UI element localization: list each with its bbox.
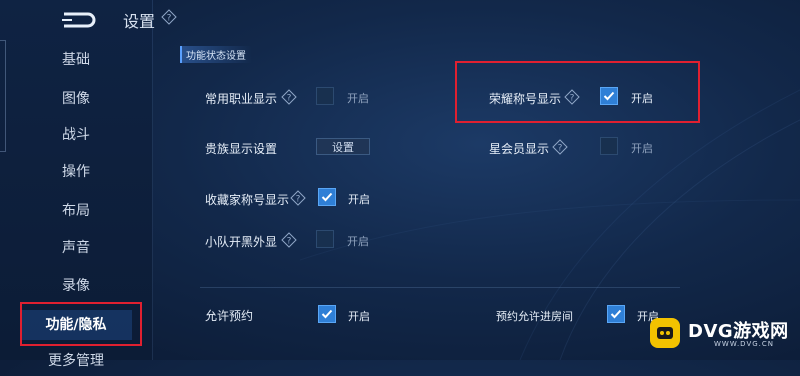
noble-settings-button[interactable]: 设置 — [316, 138, 370, 155]
sidebar-item-graphics[interactable]: 图像 — [20, 84, 132, 114]
page-title: 设置 — [123, 12, 156, 31]
allow-reserve-label: 允许预约 — [205, 309, 254, 323]
collector-label: 收藏家称号显示 — [205, 193, 290, 207]
profession-help-icon[interactable]: ? — [281, 89, 297, 105]
noble-label: 贵族显示设置 — [205, 142, 278, 156]
section-title: 功能状态设置 — [180, 46, 252, 63]
svg-text:?: ? — [287, 94, 292, 104]
profession-state: 开启 — [347, 92, 369, 105]
honor-title-label: 荣耀称号显示 — [489, 92, 562, 106]
star-member-checkbox[interactable] — [600, 137, 618, 155]
team-plugin-checkbox[interactable] — [316, 230, 334, 248]
honor-title-state: 开启 — [631, 92, 653, 105]
allow-reserve-checkbox[interactable] — [318, 305, 336, 323]
section-divider — [200, 287, 680, 288]
collector-state: 开启 — [348, 193, 370, 206]
honor-title-checkbox[interactable] — [600, 87, 618, 105]
sidebar-item-sound[interactable]: 声音 — [20, 233, 132, 263]
sidebar-item-basic[interactable]: 基础 — [20, 45, 132, 75]
svg-text:?: ? — [287, 237, 292, 247]
svg-text:?: ? — [558, 144, 563, 154]
checkmark-icon — [603, 91, 615, 101]
sidebar-bracket — [0, 40, 6, 152]
allow-reserve-state: 开启 — [348, 310, 370, 323]
profession-checkbox[interactable] — [316, 87, 334, 105]
checkmark-icon — [610, 309, 622, 319]
sidebar-item-controls[interactable]: 操作 — [20, 157, 132, 187]
svg-text:?: ? — [167, 14, 172, 24]
sidebar-item-replay[interactable]: 录像 — [20, 271, 132, 301]
collector-checkbox[interactable] — [318, 188, 336, 206]
profession-label: 常用职业显示 — [205, 92, 278, 106]
svg-text:?: ? — [570, 94, 575, 104]
watermark-logo-icon — [650, 318, 680, 348]
team-plugin-state: 开启 — [347, 235, 369, 248]
star-member-label: 星会员显示 — [489, 142, 550, 156]
reserve-room-checkbox[interactable] — [607, 305, 625, 323]
team-plugin-label: 小队开黑外显 — [205, 235, 278, 249]
svg-text:?: ? — [296, 195, 301, 205]
star-member-state: 开启 — [631, 142, 653, 155]
highlight-box-function-privacy — [20, 302, 142, 346]
star-member-help-icon[interactable]: ? — [552, 139, 568, 155]
reserve-room-label: 预约允许进房间 — [496, 310, 573, 323]
sidebar-item-more[interactable]: 更多管理 — [20, 346, 132, 376]
back-button[interactable] — [58, 8, 102, 32]
sidebar-item-layout[interactable]: 布局 — [20, 196, 132, 226]
sidebar-item-combat[interactable]: 战斗 — [20, 120, 132, 150]
watermark-domain: WWW.DVG.CN — [714, 340, 775, 348]
collector-help-icon[interactable]: ? — [290, 190, 306, 206]
team-plugin-help-icon[interactable]: ? — [281, 232, 297, 248]
honor-title-help-icon[interactable]: ? — [564, 89, 580, 105]
back-arrow-icon — [62, 12, 96, 28]
checkmark-icon — [321, 309, 333, 319]
checkmark-icon — [321, 192, 333, 202]
help-icon[interactable]: ? — [161, 9, 177, 25]
